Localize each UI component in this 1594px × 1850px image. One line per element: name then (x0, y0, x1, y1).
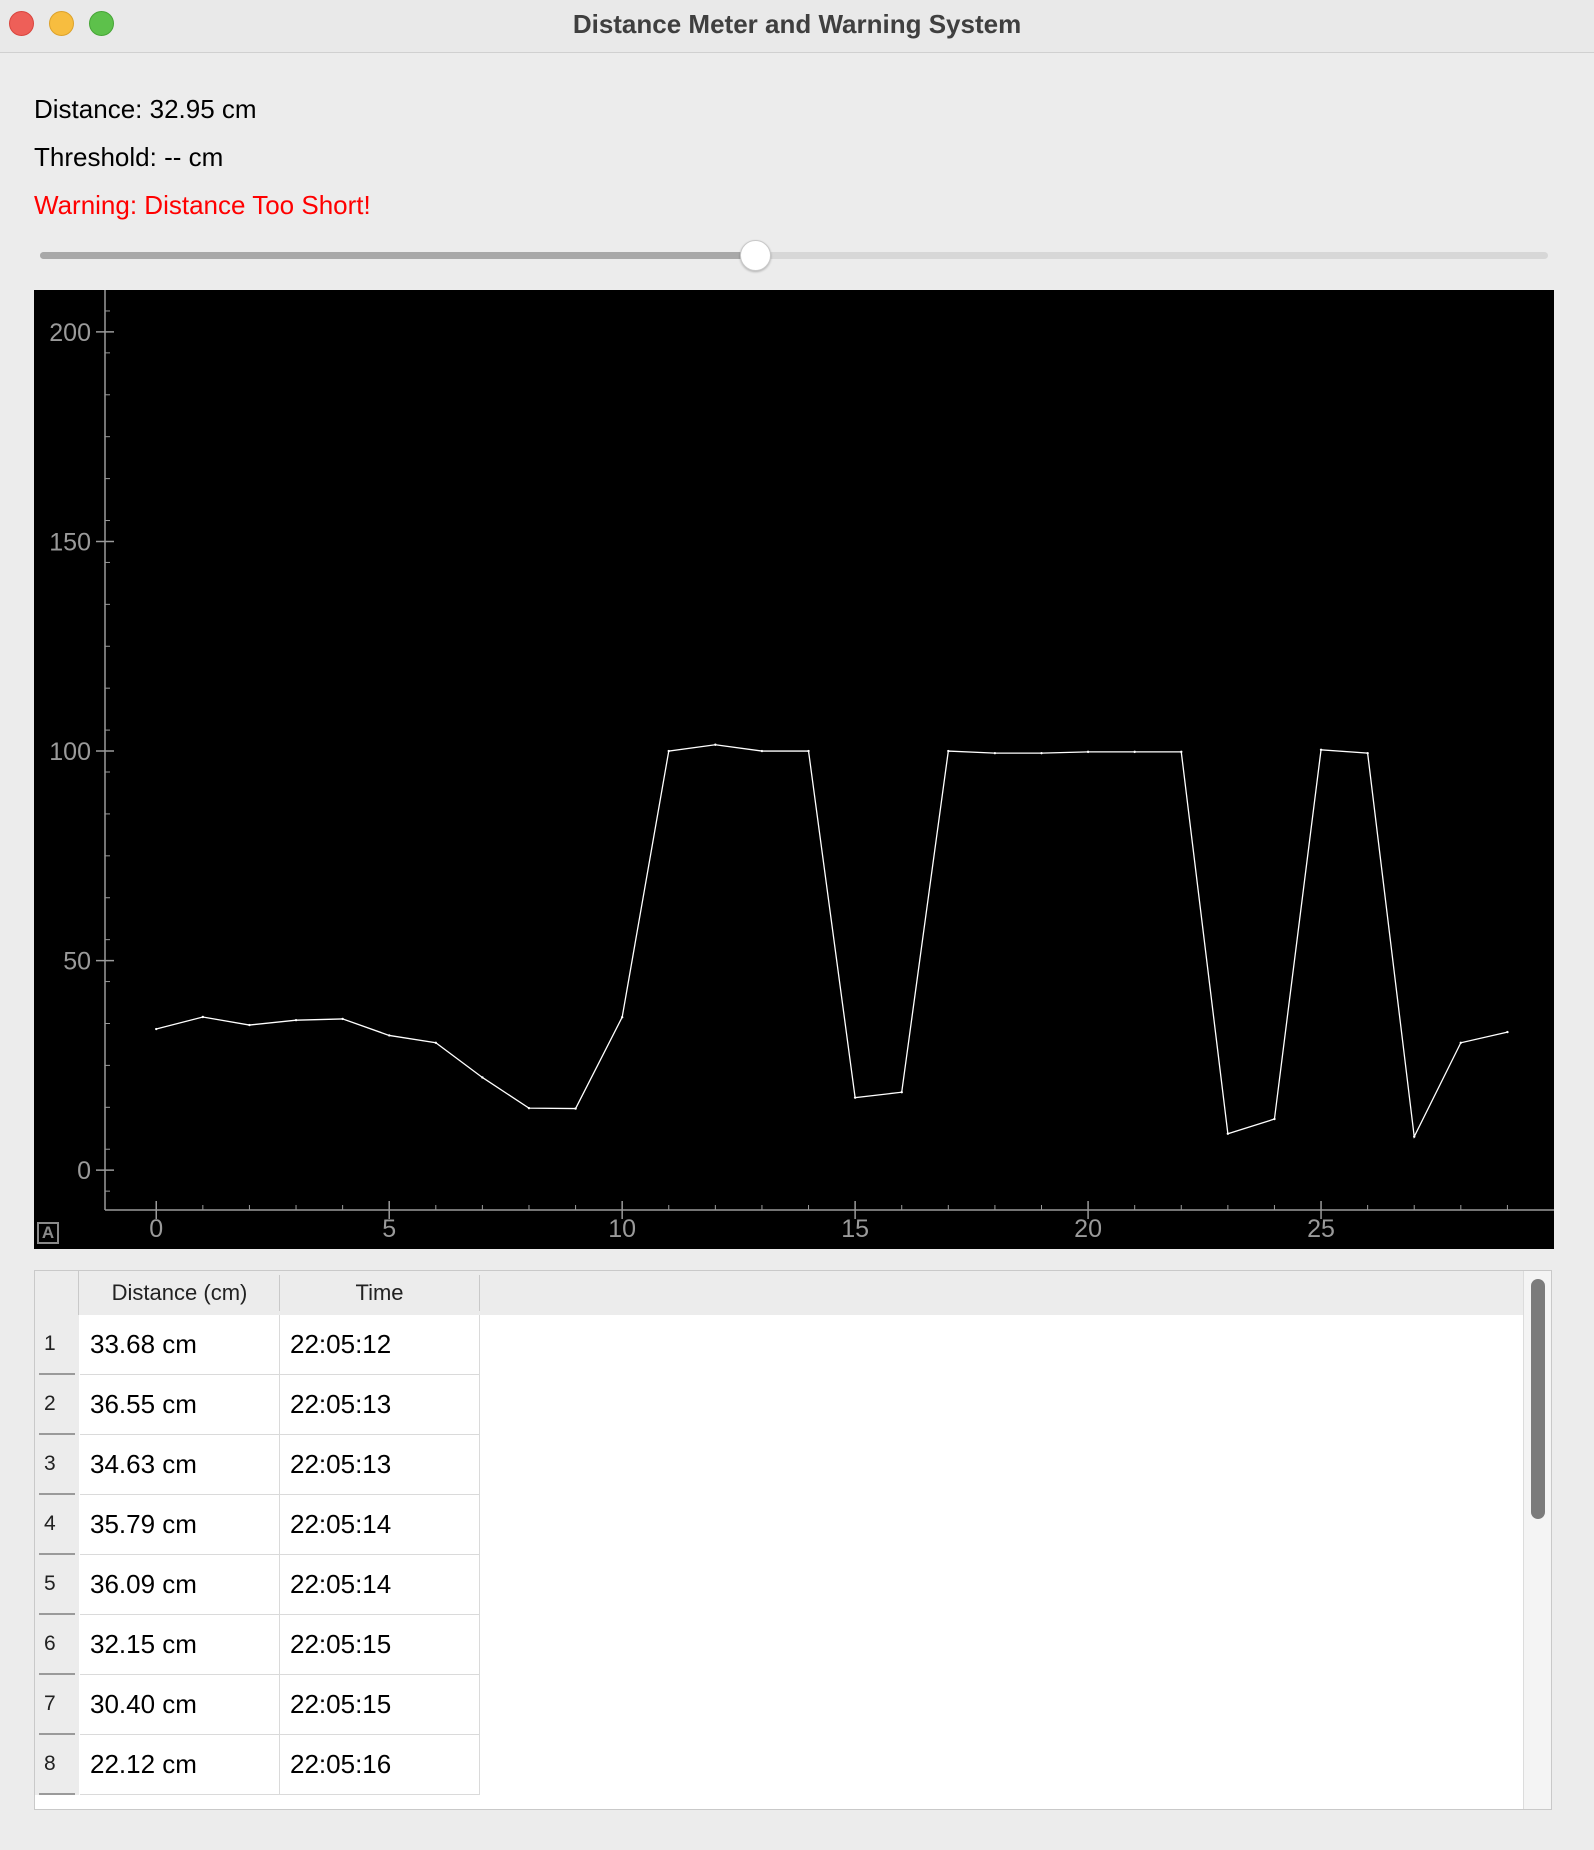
row-number[interactable]: 1 (35, 1315, 79, 1375)
table-row[interactable]: 5 36.09 cm 22:05:14 (35, 1555, 1525, 1615)
data-point (667, 749, 670, 753)
x-tick-label: 10 (608, 1215, 636, 1243)
y-tick-label: 150 (49, 528, 91, 556)
data-point (807, 749, 810, 753)
title-bar: Distance Meter and Warning System (0, 0, 1594, 53)
row-number[interactable]: 8 (35, 1735, 79, 1795)
row-number[interactable]: 7 (35, 1675, 79, 1735)
distance-cell[interactable]: 22.12 cm (80, 1735, 280, 1795)
table-row[interactable]: 7 30.40 cm 22:05:15 (35, 1675, 1525, 1735)
table-header: Distance (cm) Time (35, 1271, 1525, 1315)
slider-handle[interactable] (739, 240, 771, 271)
data-point (1133, 750, 1136, 754)
distance-chart: 0 50 100 150 200 0 5 10 15 20 25 (49, 290, 1554, 1243)
window-title: Distance Meter and Warning System (572, 9, 1022, 39)
data-point (388, 1034, 391, 1037)
data-point (341, 1017, 344, 1021)
row-number[interactable]: 2 (35, 1375, 79, 1435)
x-tick-label: 0 (149, 1215, 163, 1243)
time-cell[interactable]: 22:05:16 (280, 1735, 480, 1795)
data-point (294, 1018, 298, 1022)
y-tick-label: 50 (63, 948, 91, 976)
data-point (1273, 1117, 1276, 1121)
readings-table[interactable]: Distance (cm) Time 1 33.68 cm 22:05:12 2 36.… (34, 1270, 1552, 1810)
column-header-distance[interactable]: Distance (cm) (80, 1275, 280, 1311)
data-point (1319, 748, 1323, 751)
data-point (1459, 1041, 1463, 1044)
y-tick-label: 0 (77, 1157, 91, 1185)
data-point (947, 749, 950, 753)
autoscale-button[interactable]: A (37, 1222, 59, 1244)
distance-cell[interactable]: 34.63 cm (80, 1435, 280, 1495)
table-row[interactable]: 3 34.63 cm 22:05:13 (35, 1435, 1525, 1495)
data-point (760, 749, 764, 753)
distance-cell[interactable]: 30.40 cm (80, 1675, 280, 1735)
time-cell[interactable]: 22:05:14 (280, 1555, 480, 1615)
slider-fill (40, 252, 755, 259)
x-tick-label: 25 (1307, 1215, 1335, 1243)
table-row[interactable]: 1 33.68 cm 22:05:12 (35, 1315, 1525, 1375)
table-body: 1 33.68 cm 22:05:12 2 36.55 cm 22:05:13 3 34.63… (35, 1315, 1525, 1795)
data-point (481, 1076, 484, 1079)
data-point (1226, 1132, 1230, 1135)
data-point (574, 1107, 577, 1110)
distance-series-line (156, 744, 1508, 1139)
time-cell[interactable]: 22:05:13 (280, 1435, 480, 1495)
data-point (1366, 751, 1369, 755)
time-cell[interactable]: 22:05:14 (280, 1495, 480, 1555)
distance-cell[interactable]: 36.55 cm (80, 1375, 280, 1435)
data-point (993, 751, 997, 755)
x-tick-label: 5 (382, 1215, 396, 1243)
table-corner[interactable] (35, 1271, 79, 1315)
data-point (201, 1015, 205, 1019)
table-row[interactable]: 8 22.12 cm 22:05:16 (35, 1735, 1525, 1795)
data-point (1180, 750, 1183, 754)
column-header-time[interactable]: Time (280, 1275, 480, 1311)
data-point (248, 1023, 251, 1027)
table-row[interactable]: 6 32.15 cm 22:05:15 (35, 1615, 1525, 1675)
scrollbar-thumb[interactable] (1531, 1279, 1545, 1519)
data-point (1413, 1135, 1416, 1138)
data-point (155, 1027, 158, 1031)
data-point (1086, 750, 1090, 754)
vertical-scrollbar[interactable] (1523, 1271, 1551, 1809)
table-row[interactable]: 2 36.55 cm 22:05:13 (35, 1375, 1525, 1435)
table-row[interactable]: 4 35.79 cm 22:05:14 (35, 1495, 1525, 1555)
row-number[interactable]: 6 (35, 1615, 79, 1675)
x-tick-label: 15 (841, 1215, 869, 1243)
data-point (527, 1106, 531, 1110)
distance-cell[interactable]: 36.09 cm (80, 1555, 280, 1615)
distance-plot[interactable]: 0 50 100 150 200 0 5 10 15 20 25 A (34, 290, 1554, 1249)
data-point (853, 1096, 857, 1099)
time-cell[interactable]: 22:05:12 (280, 1315, 480, 1375)
distance-cell[interactable]: 35.79 cm (80, 1495, 280, 1555)
data-point (1040, 751, 1043, 755)
time-cell[interactable]: 22:05:13 (280, 1375, 480, 1435)
distance-label: Distance: 32.95 cm (34, 94, 257, 124)
data-point (714, 743, 717, 746)
row-number[interactable]: 4 (35, 1495, 79, 1555)
distance-cell[interactable]: 32.15 cm (80, 1615, 280, 1675)
threshold-slider[interactable] (40, 240, 1548, 276)
time-cell[interactable]: 22:05:15 (280, 1675, 480, 1735)
data-point (434, 1041, 438, 1044)
time-cell[interactable]: 22:05:15 (280, 1615, 480, 1675)
distance-cell[interactable]: 33.68 cm (80, 1315, 280, 1375)
data-point (1506, 1030, 1509, 1034)
data-point (900, 1091, 903, 1094)
y-tick-label: 100 (49, 738, 91, 766)
x-tick-label: 20 (1074, 1215, 1102, 1243)
warning-label: Warning: Distance Too Short! (34, 190, 371, 220)
threshold-label: Threshold: -- cm (34, 142, 224, 172)
y-tick-label: 200 (49, 319, 91, 347)
data-point (620, 1015, 624, 1019)
row-number[interactable]: 3 (35, 1435, 79, 1495)
row-number[interactable]: 5 (35, 1555, 79, 1615)
